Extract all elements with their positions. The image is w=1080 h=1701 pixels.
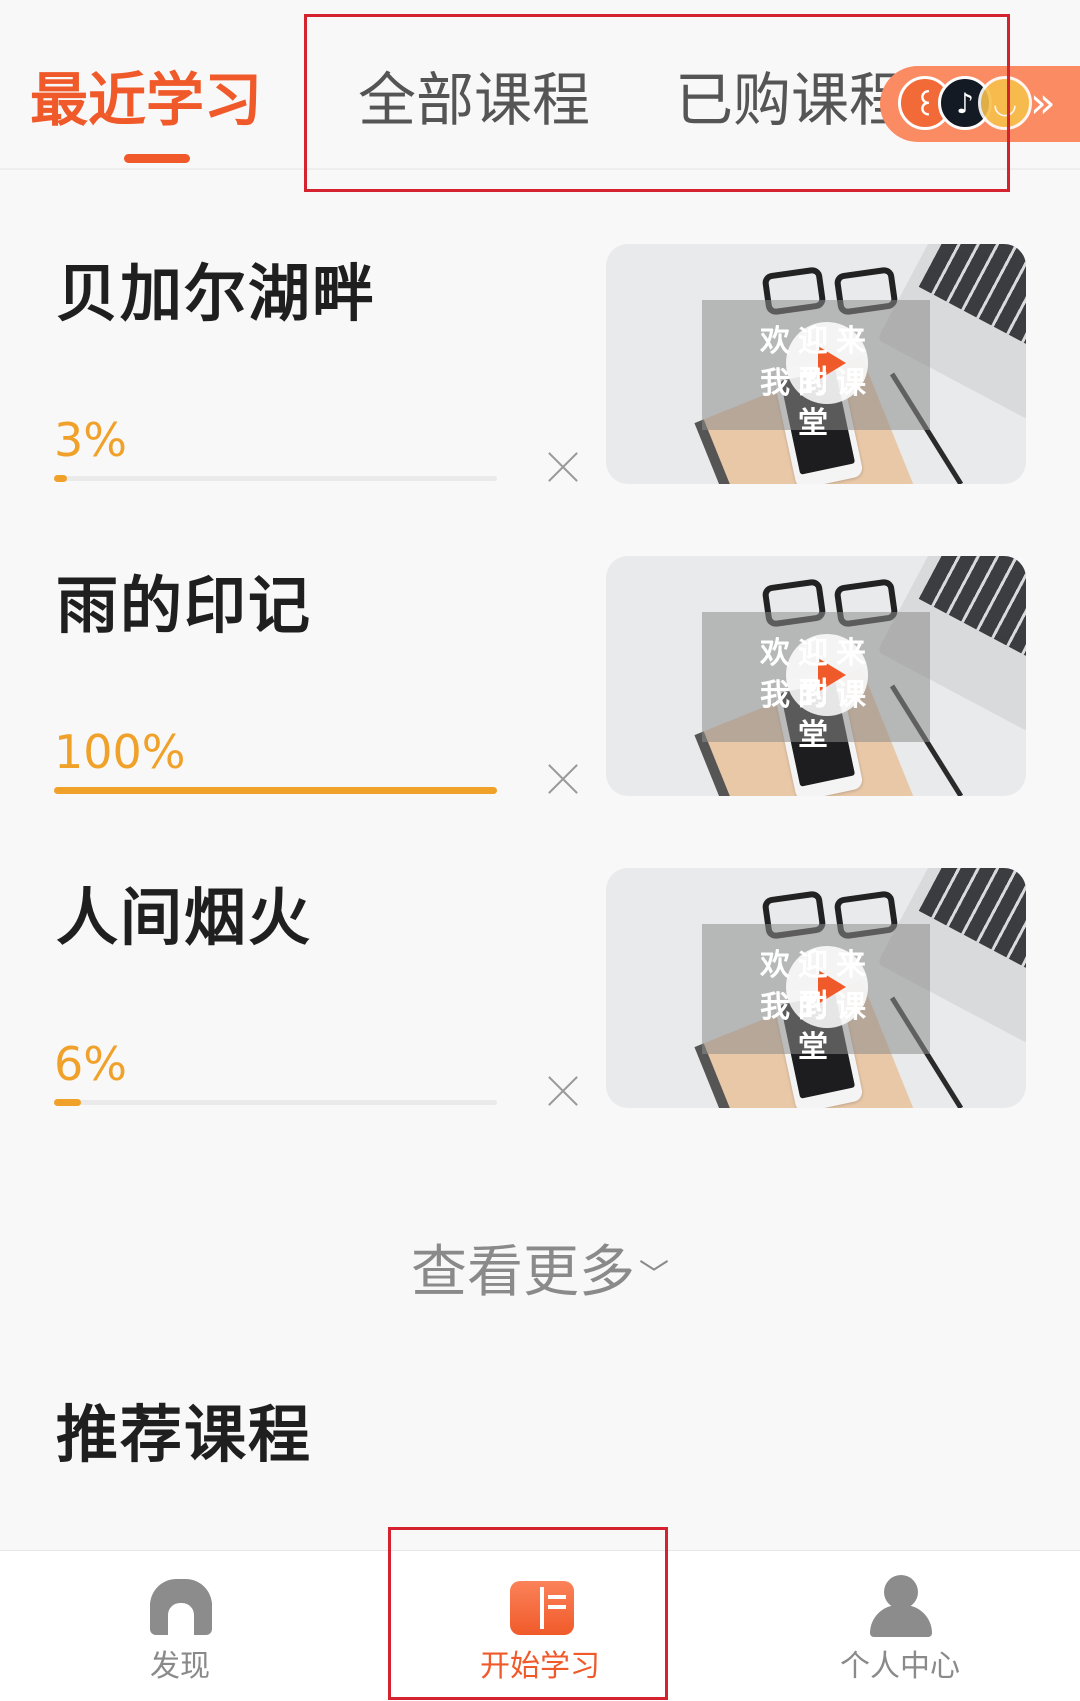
nav-profile[interactable]: 个人中心 xyxy=(800,1551,1000,1701)
view-more-label: 查看更多 xyxy=(411,1240,635,1305)
bottom-navigation: 发现 开始学习 个人中心 xyxy=(0,1550,1080,1701)
remove-icon[interactable] xyxy=(546,762,580,796)
nav-discover[interactable]: 发现 xyxy=(80,1551,280,1701)
progress-percent: 6% xyxy=(54,1037,127,1091)
course-title: 雨的印记 xyxy=(56,569,313,642)
nav-label: 发现 xyxy=(150,1649,210,1684)
progress-bar xyxy=(54,787,497,794)
course-thumbnail[interactable]: 欢迎来到 我的课堂 xyxy=(606,556,1026,796)
view-more-button[interactable]: 查看更多 ﹀ xyxy=(0,1238,1080,1311)
course-thumbnail[interactable]: 欢迎来到 我的课堂 xyxy=(606,244,1026,484)
double-chevron-right-icon: » xyxy=(1030,78,1056,127)
progress-fill xyxy=(54,1099,81,1106)
course-item[interactable]: 雨的印记 100% 欢迎来到 我的课堂 xyxy=(0,556,1080,806)
progress-bar xyxy=(54,475,497,482)
floating-app-widget[interactable]: ꒰ ♪ ◡ » xyxy=(880,66,1080,142)
thumbnail-caption-line2: 我的课堂 xyxy=(760,366,874,441)
user-icon xyxy=(870,1575,932,1637)
top-tab-bar: 最近学习 全部课程 已购课程 ꒰ ♪ ◡ » xyxy=(0,0,1080,170)
active-tab-indicator xyxy=(124,154,190,163)
progress-fill xyxy=(54,475,68,482)
course-thumbnail[interactable]: 欢迎来到 我的课堂 xyxy=(606,868,1026,1108)
course-item[interactable]: 人间烟火 6% 欢迎来到 我的课堂 xyxy=(0,868,1080,1118)
yellow-app-icon: ◡ xyxy=(978,76,1032,130)
tab-all-courses[interactable]: 全部课程 xyxy=(358,60,590,140)
progress-bar xyxy=(54,1099,497,1106)
recommended-section-title: 推荐课程 xyxy=(56,1398,313,1471)
course-item[interactable]: 贝加尔湖畔 3% 欢迎来到 我的课堂 xyxy=(0,244,1080,494)
tab-recent-study[interactable]: 最近学习 xyxy=(30,60,262,140)
remove-icon[interactable] xyxy=(546,450,580,484)
home-icon xyxy=(150,1579,212,1635)
progress-percent: 3% xyxy=(54,413,127,467)
nav-label: 开始学习 xyxy=(480,1649,600,1684)
course-title: 贝加尔湖畔 xyxy=(56,257,377,330)
remove-icon[interactable] xyxy=(546,1074,580,1108)
nav-label: 个人中心 xyxy=(840,1649,960,1684)
book-icon xyxy=(510,1581,574,1635)
progress-fill xyxy=(54,787,497,794)
course-title: 人间烟火 xyxy=(56,881,313,954)
thumbnail-caption-line2: 我的课堂 xyxy=(760,990,874,1065)
tab-purchased-courses[interactable]: 已购课程 xyxy=(675,60,907,140)
nav-start-study[interactable]: 开始学习 xyxy=(440,1551,640,1701)
thumbnail-caption-line2: 我的课堂 xyxy=(760,678,874,753)
progress-percent: 100% xyxy=(54,725,186,779)
chevron-down-icon: ﹀ xyxy=(639,1257,669,1293)
